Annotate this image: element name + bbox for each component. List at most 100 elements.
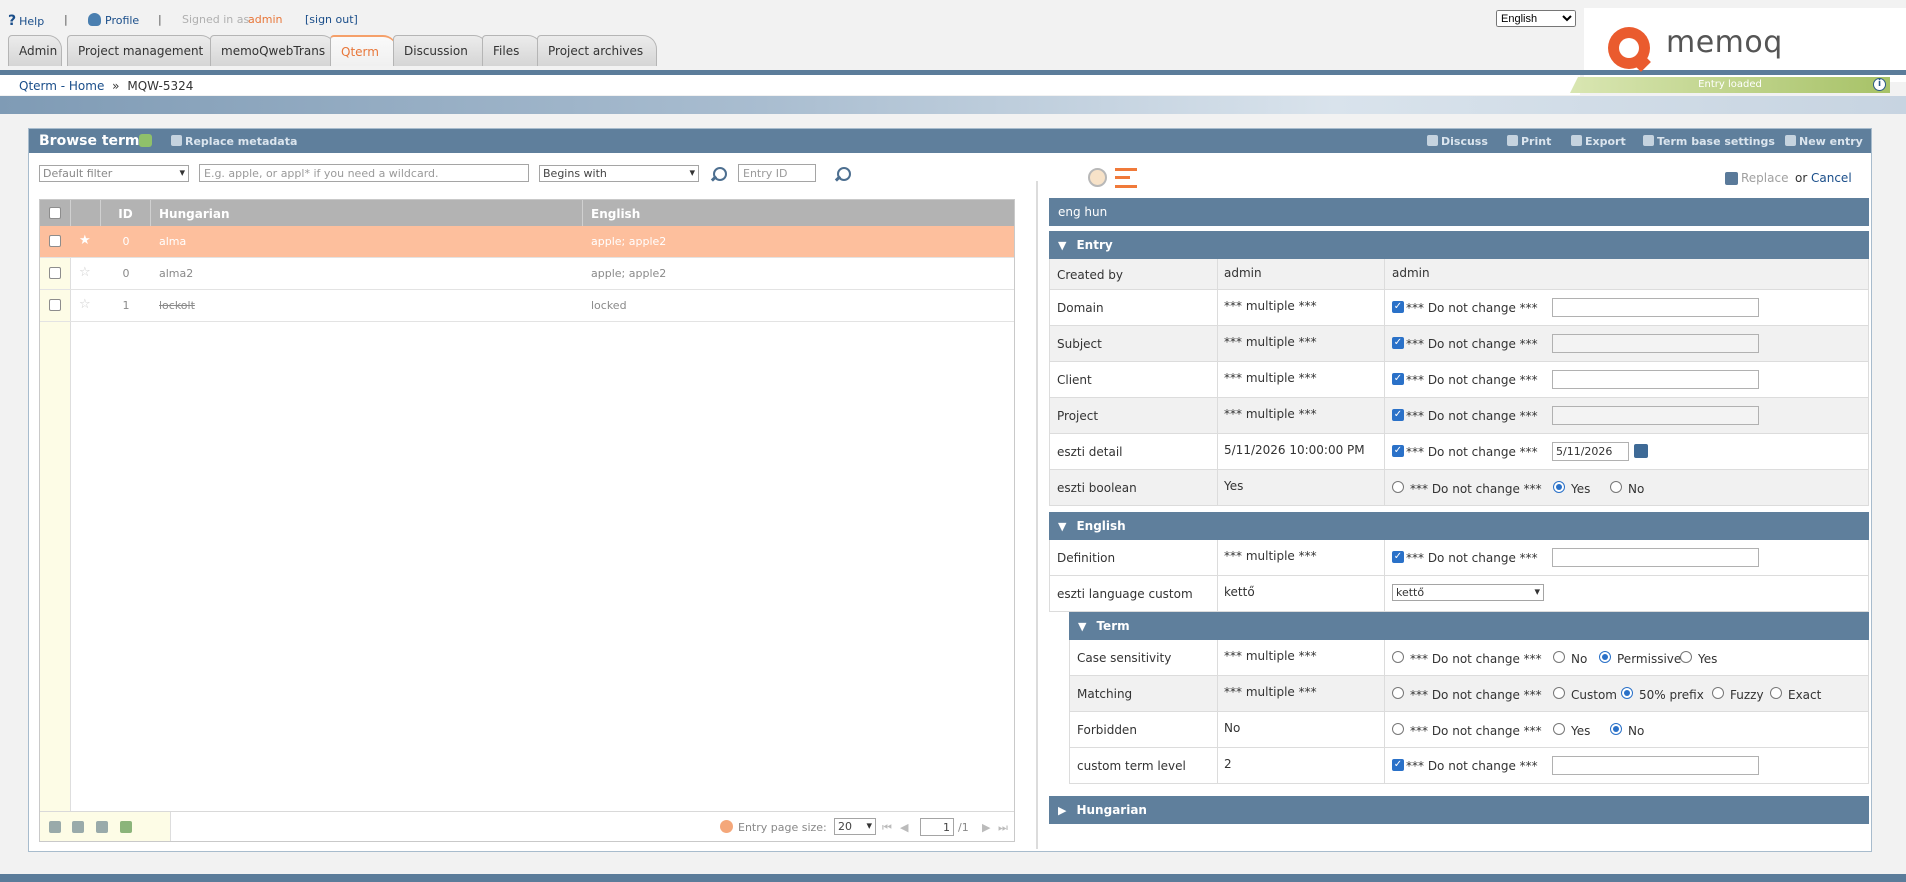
do-not-change-checkbox[interactable]: ✓ (1392, 301, 1404, 313)
case-no-radio[interactable] (1553, 651, 1565, 663)
client-input[interactable] (1552, 370, 1759, 389)
tab-files[interactable]: Files (482, 35, 542, 66)
tab-project-management[interactable]: Project management (67, 35, 215, 66)
no-radio[interactable] (1610, 481, 1622, 493)
field-label: eszti detail (1057, 445, 1123, 459)
print-button[interactable]: Print (1507, 135, 1551, 148)
do-not-change-checkbox[interactable]: ✓ (1392, 337, 1404, 349)
divider (1217, 434, 1218, 469)
row-checkbox[interactable] (49, 267, 61, 279)
sign-out-link[interactable]: [sign out] (305, 13, 358, 26)
row-checkbox[interactable] (49, 299, 61, 311)
field-value: 2 (1224, 757, 1232, 771)
do-not-change-radio[interactable] (1392, 687, 1404, 699)
help-link[interactable]: ? Help (8, 13, 44, 29)
entry-id-search-icon[interactable] (834, 167, 851, 183)
discuss-button[interactable]: Discuss (1427, 135, 1488, 148)
term-section-header[interactable]: ▼ Term (1069, 612, 1869, 640)
term-base-settings-button[interactable]: Term base settings (1643, 135, 1775, 148)
next-page-icon[interactable]: ▶ (982, 821, 990, 834)
row-checkbox[interactable] (49, 235, 61, 247)
english-column-header[interactable]: English (583, 200, 1014, 226)
tab-discussion[interactable]: Discussion (393, 35, 488, 66)
entry-section-header[interactable]: ▼ Entry (1049, 231, 1869, 259)
row-hungarian: lockolt (159, 299, 195, 312)
merge-icon[interactable] (120, 821, 132, 833)
id-column-header[interactable]: ID (101, 200, 151, 226)
tab-qterm[interactable]: Qterm (330, 35, 397, 66)
select-all-checkbox[interactable] (49, 207, 61, 219)
replace-metadata-button[interactable]: Replace metadata (171, 135, 297, 148)
divider (1217, 676, 1218, 711)
matching-prefix-radio[interactable] (1621, 687, 1633, 699)
forbidden-row: Forbidden No *** Do not change *** Yes N… (1069, 712, 1869, 748)
last-page-icon[interactable]: ⏭ (998, 821, 1008, 835)
do-not-change-checkbox[interactable]: ✓ (1392, 551, 1404, 563)
subject-input[interactable] (1552, 334, 1759, 353)
divider (1217, 540, 1218, 575)
matching-fuzzy-radio[interactable] (1712, 687, 1724, 699)
hungarian-column-header[interactable]: Hungarian (151, 200, 583, 226)
case-permissive-radio[interactable] (1599, 651, 1611, 663)
star-icon[interactable]: ★ (79, 233, 91, 248)
language-custom-select[interactable]: kettő (1392, 584, 1544, 601)
matching-prefix-label: 50% prefix (1639, 688, 1704, 702)
do-not-change-checkbox[interactable]: ✓ (1392, 373, 1404, 385)
matching-custom-radio[interactable] (1553, 687, 1565, 699)
forbidden-yes-radio[interactable] (1553, 723, 1565, 735)
search-icon[interactable] (710, 167, 727, 183)
table-row[interactable]: ☆ 0 alma2 apple; apple2 (40, 258, 1014, 290)
do-not-change-radio[interactable] (1392, 651, 1404, 663)
table-row[interactable]: ★ 0 alma apple; apple2 (40, 226, 1014, 258)
profile-link[interactable]: Profile (88, 13, 139, 27)
custom-term-level-input[interactable] (1552, 756, 1759, 775)
domain-input[interactable] (1552, 298, 1759, 317)
tab-project-archives[interactable]: Project archives (537, 35, 657, 66)
definition-input[interactable] (1552, 548, 1759, 567)
do-not-change-checkbox[interactable]: ✓ (1392, 759, 1404, 771)
first-page-icon[interactable]: ⏮ (882, 821, 892, 835)
do-not-change-radio[interactable] (1392, 723, 1404, 735)
forbidden-no-radio[interactable] (1610, 723, 1622, 735)
do-not-change-checkbox[interactable]: ✓ (1392, 445, 1404, 457)
breadcrumb-separator: » (112, 79, 120, 93)
field-label: Domain (1057, 301, 1104, 315)
entry-id-input[interactable]: Entry ID (738, 164, 816, 182)
language-select[interactable]: English (1496, 10, 1576, 27)
calendar-icon[interactable] (1634, 444, 1648, 458)
tab-admin[interactable]: Admin (8, 35, 62, 66)
default-filter-select[interactable]: Default filter (39, 165, 189, 182)
star-icon[interactable]: ☆ (79, 265, 91, 280)
term-base-icon[interactable] (139, 134, 152, 147)
refresh-icon[interactable] (720, 820, 733, 833)
star-icon[interactable]: ☆ (79, 297, 91, 312)
breadcrumb-home-link[interactable]: Qterm - Home (19, 79, 104, 93)
new-entry-button[interactable]: New entry (1785, 135, 1863, 148)
export-button[interactable]: Export (1571, 135, 1626, 148)
divider (1217, 362, 1218, 397)
project-input[interactable] (1552, 406, 1759, 425)
list-view-icon-bar (1115, 176, 1130, 179)
matching-exact-radio[interactable] (1770, 687, 1782, 699)
tab-memoqwebtrans[interactable]: memoQwebTrans (210, 35, 336, 66)
delete-icon[interactable] (49, 821, 61, 833)
table-row[interactable]: ☆ 1 lockolt locked (40, 290, 1014, 322)
hungarian-section-header[interactable]: ▶ Hungarian (1049, 796, 1869, 824)
info-icon[interactable]: i (1873, 78, 1886, 91)
page-number-input[interactable]: 1 (920, 818, 954, 836)
case-yes-radio[interactable] (1680, 651, 1692, 663)
date-input[interactable]: 5/11/2026 (1552, 442, 1629, 461)
match-mode-select[interactable]: Begins with (539, 165, 699, 182)
do-not-change-checkbox[interactable]: ✓ (1392, 409, 1404, 421)
field-value: *** multiple *** (1224, 685, 1317, 699)
field-value: *** multiple *** (1224, 407, 1317, 421)
edit-icon[interactable] (72, 821, 84, 833)
page-size-select[interactable]: 20 (834, 818, 876, 835)
do-not-change-radio[interactable] (1392, 481, 1404, 493)
search-input[interactable]: E.g. apple, or appl* if you need a wildc… (199, 164, 529, 182)
prev-page-icon[interactable]: ◀ (900, 821, 908, 834)
grid-header: ID Hungarian English (40, 200, 1014, 226)
yes-radio[interactable] (1553, 481, 1565, 493)
tag-icon[interactable] (96, 821, 108, 833)
english-section-header[interactable]: ▼ English (1049, 512, 1869, 540)
